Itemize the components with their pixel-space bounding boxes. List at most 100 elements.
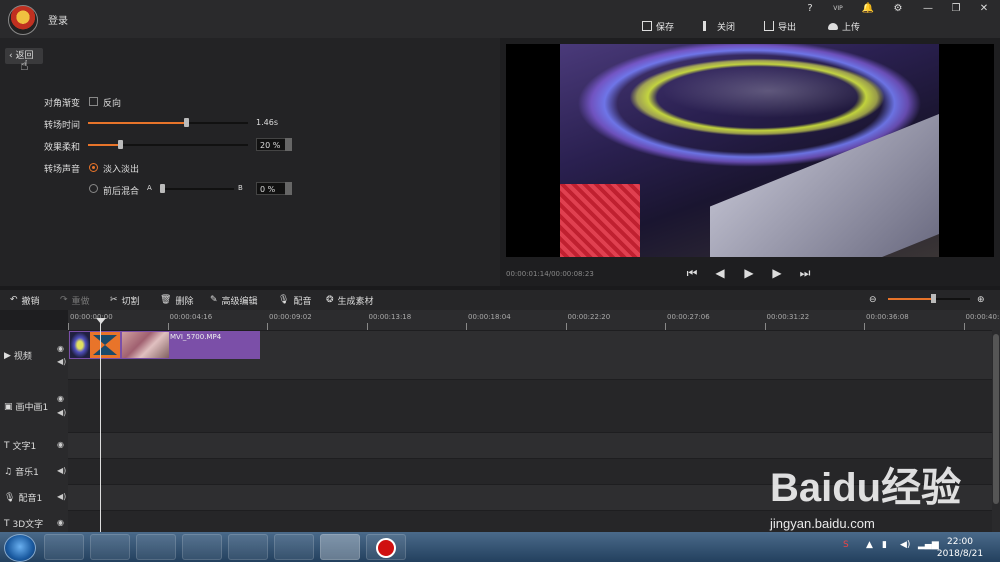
record-icon[interactable] [366,534,406,560]
playhead-handle[interactable] [96,318,106,324]
trash-icon: 🗑 [160,295,172,305]
system-clock[interactable]: 22:00 2018/8/21 [936,536,984,560]
minimize-button[interactable]: — [918,2,938,16]
duration-slider-thumb[interactable] [184,118,189,127]
zoom-out-icon[interactable]: ⊖ [869,293,877,307]
clip-thumbnail[interactable] [70,332,90,358]
softness-spinner[interactable] [285,138,292,151]
play-square-icon: ▶ [4,350,11,361]
softness-label: 效果柔和 [44,143,81,153]
bell-icon[interactable]: 🔔 [858,2,878,16]
pip-track[interactable] [68,380,992,432]
zoom-in-icon[interactable]: ⊕ [977,293,985,307]
timeline-toolbar [0,290,1000,310]
delete-button[interactable]: 🗑 删除 [160,293,193,307]
zoom-slider-thumb[interactable] [931,294,936,303]
close-window-button[interactable]: ✕ [974,2,994,16]
fade-label: 淡入淡出 [103,165,140,175]
text-icon: T [4,440,10,451]
skip-end-icon[interactable]: ⏭ [798,266,812,280]
ruler-tick [267,323,268,330]
tray-arrow-icon[interactable]: ▲ [866,540,873,550]
softness-slider-thumb[interactable] [118,140,123,149]
advanced-edit-button[interactable]: ✎ 高级编辑 [210,293,258,307]
usb-icon[interactable]: ▮ [882,540,887,550]
ruler-tick [167,323,169,330]
prev-frame-icon[interactable]: ◀ [713,266,727,280]
play-icon[interactable]: ▶ [742,266,756,280]
video-editor-icon[interactable] [320,534,360,560]
start-button[interactable] [4,534,36,562]
media-icon[interactable] [136,534,176,560]
redo-button[interactable]: ↷ 重做 [60,293,90,307]
cut-button[interactable]: ✂ 切割 [110,293,140,307]
login-link[interactable]: 登录 [48,12,68,27]
preview-ceiling [710,101,939,257]
undo-icon: ↶ [10,295,18,305]
track-video-header: ▶ 视频 [4,350,32,363]
generate-material-button[interactable]: ❂ 生成素材 [326,293,374,307]
baidu-watermark: Baidu经验 [770,466,962,510]
text-3d-icon: T [4,518,10,529]
ruler-label: 00:00:22:20 [567,313,611,321]
ruler-label: 00:00:18:04 [468,313,511,321]
vip-icon[interactable]: VIP [828,2,848,16]
pip-icon: ▣ [4,401,13,412]
reverse-checkbox[interactable] [89,97,98,106]
volume-icon[interactable]: ◀) [900,540,910,550]
mix-radio[interactable] [89,184,98,193]
fade-radio[interactable] [89,163,98,172]
preview-timecode: 00:00:01:14/00:00:08:23 [506,270,594,278]
preview-frame [560,44,939,257]
speaker-icon[interactable]: ◀) [57,466,66,475]
exit-icon [703,21,713,31]
eye-icon[interactable]: ◉ [57,518,64,527]
editor-icon[interactable] [274,534,314,560]
diagonal-label: 对角渐变 [44,99,81,109]
export-button[interactable]: 导出 [764,19,796,33]
firefox-icon[interactable] [182,534,222,560]
track-text-header: T 文字1 [4,440,37,453]
undo-button[interactable]: ↶ 撤销 [10,293,40,307]
softness-slider-fill [88,144,120,146]
mic-icon: 🎙 [4,492,16,503]
speaker-icon[interactable]: ◀) [57,492,66,501]
hand-cursor-icon: ☝ [20,58,29,74]
scrollbar-thumb[interactable] [993,334,999,504]
app-logo [8,5,38,35]
ruler-tick [366,323,368,330]
track-dub-header: 🎙 配音1 [4,492,43,505]
settings-gear-icon[interactable]: ⚙ [888,2,908,16]
ruler-tick [864,323,865,330]
ruler-label: 00:00:40: [965,313,1000,321]
track-music-header: ♫ 音乐1 [4,466,39,479]
help-button[interactable]: ? [800,2,820,16]
transition-block[interactable] [90,332,120,358]
eye-icon[interactable]: ◉ [57,394,64,403]
dub-button[interactable]: 🎙 配音 [278,293,311,307]
folder-icon[interactable] [228,534,268,560]
ruler-label: 00:00:09:02 [269,313,312,321]
speaker-icon[interactable]: ◀) [57,408,66,417]
upload-button[interactable]: 上传 [828,19,860,33]
maximize-button[interactable]: ❐ [946,2,966,16]
duration-slider-fill [88,122,186,124]
music-icon: ♫ [4,466,13,477]
sogou-icon[interactable]: S [843,540,849,550]
close-project-button[interactable]: 关闭 [703,19,735,33]
clip-thumbnail[interactable] [122,332,169,358]
skip-start-icon[interactable]: ⏮ [685,266,699,280]
mix-slider[interactable] [160,188,234,190]
mix-slider-thumb[interactable] [160,184,165,193]
taskbar-app-icon[interactable] [44,534,84,560]
qq-icon[interactable] [90,534,130,560]
track-pip-header: ▣ 画中画1 [4,401,49,414]
eye-icon[interactable]: ◉ [57,440,64,449]
playhead[interactable] [100,318,101,532]
mix-spinner[interactable] [285,182,292,195]
eye-icon[interactable]: ◉ [57,344,64,353]
save-button[interactable]: 保存 [642,19,674,33]
next-frame-icon[interactable]: ▶ [770,266,784,280]
speaker-icon[interactable]: ◀) [57,357,66,366]
watermark-url: jingyan.baidu.com [770,516,875,531]
